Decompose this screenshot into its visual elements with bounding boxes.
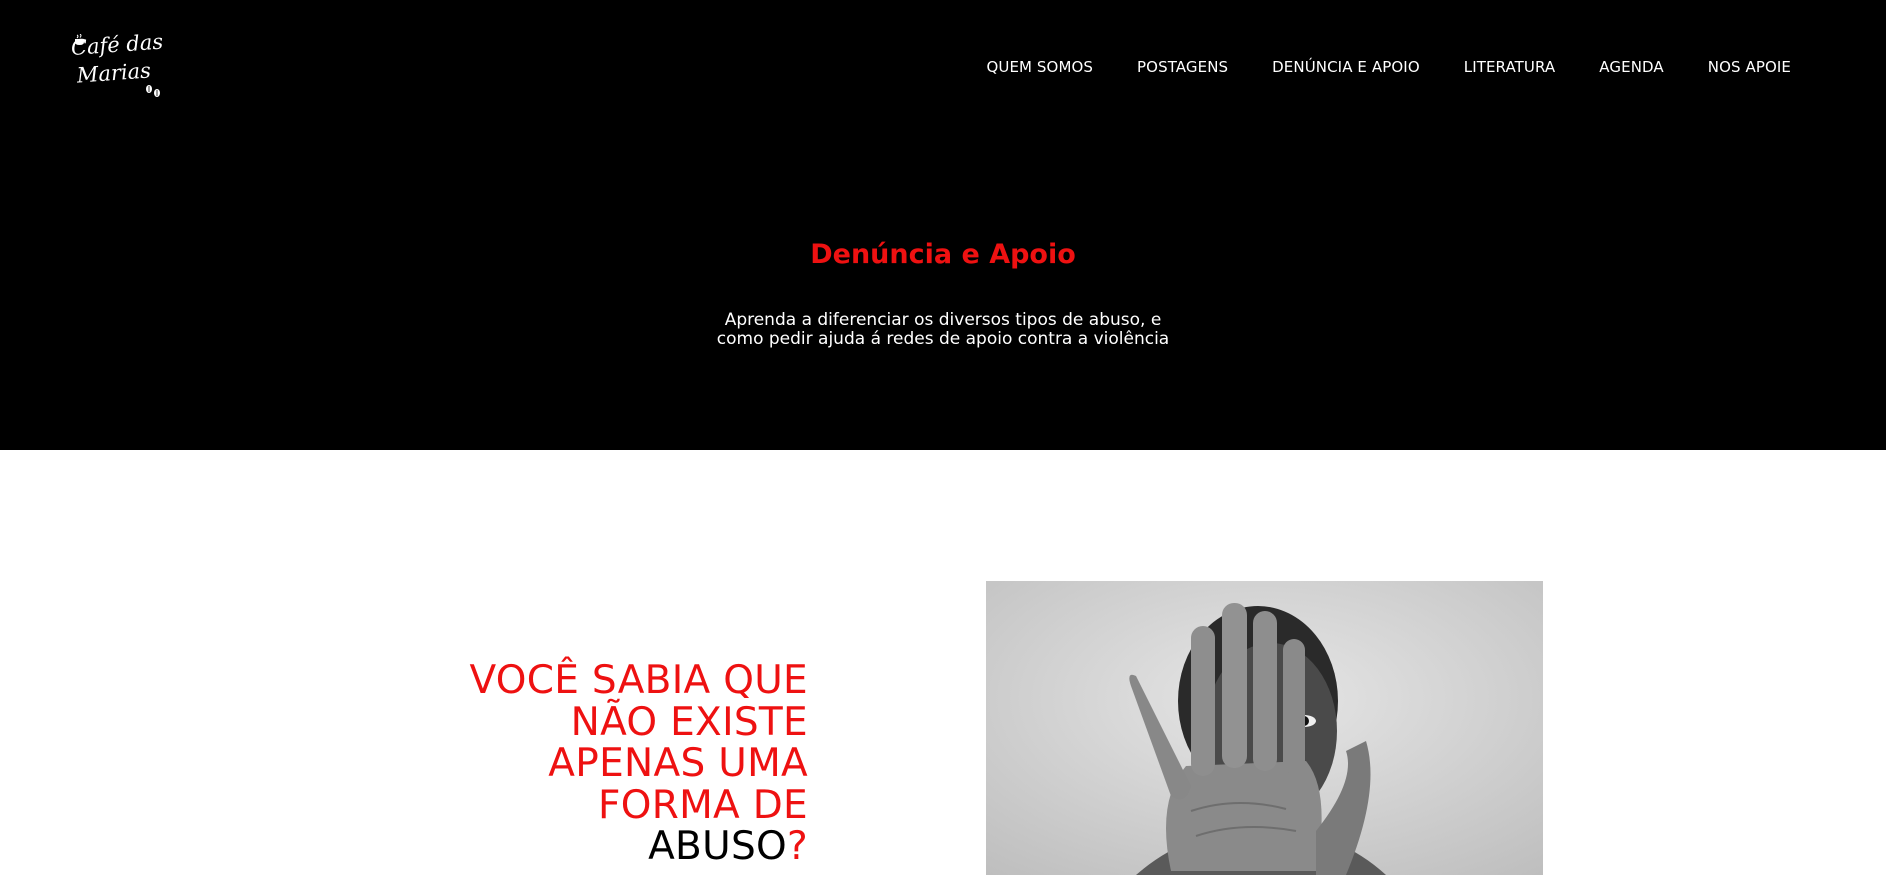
nav-item-agenda[interactable]: AGENDA: [1599, 58, 1663, 76]
heading-question-mark: ?: [787, 824, 808, 869]
photo-illustration: [986, 581, 1543, 875]
heading-highlight: ABUSO: [648, 824, 787, 869]
page-subtitle: Aprenda a diferenciar os diversos tipos …: [643, 311, 1243, 349]
coffee-beans-icon: [146, 85, 160, 97]
heading-line4: FORMA DE: [597, 782, 808, 828]
nav-item-nos-apoie[interactable]: NOS APOIE: [1708, 58, 1791, 76]
hero-banner: Café das Marias QUEM SOMOS POSTAGENS DEN…: [0, 0, 1886, 450]
main-nav: QUEM SOMOS POSTAGENS DENÚNCIA E APOIO LI…: [942, 58, 1791, 76]
section-heading: VOCÊ SABIA QUE NÃO EXISTE APENAS UMA FOR…: [348, 660, 808, 868]
nav-item-literatura[interactable]: LITERATURA: [1464, 58, 1556, 76]
subtitle-line2: como pedir ajuda á redes de apoio contra…: [716, 329, 1170, 349]
subtitle-line1: Aprenda a diferenciar os diversos tipos …: [724, 310, 1162, 330]
nav-item-quem-somos[interactable]: QUEM SOMOS: [986, 58, 1093, 76]
heading-line1: VOCÊ SABIA QUE: [469, 658, 808, 703]
heading-line3: APENAS UMA: [548, 741, 808, 786]
site-logo[interactable]: Café das Marias: [70, 30, 166, 108]
heading-line2: NÃO EXISTE: [570, 699, 808, 745]
page-title: Denúncia e Apoio: [810, 239, 1076, 270]
woman-raised-hand-photo: [986, 581, 1543, 875]
logo-wordmark: Café das Marias: [70, 28, 166, 90]
logo-line1: Café das: [70, 29, 164, 60]
nav-item-denuncia-e-apoio[interactable]: DENÚNCIA E APOIO: [1272, 58, 1420, 76]
nav-item-postagens[interactable]: POSTAGENS: [1137, 58, 1228, 76]
